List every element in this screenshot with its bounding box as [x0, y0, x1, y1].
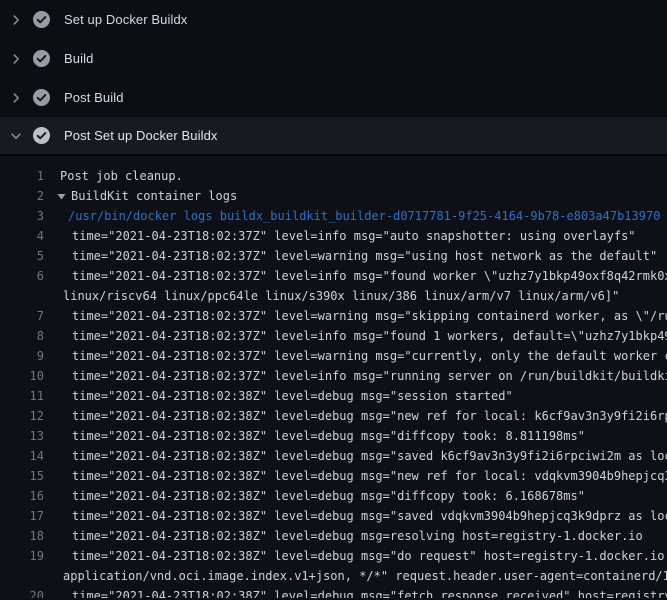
- log-line-number[interactable]: 14: [0, 446, 44, 466]
- log-line: 15time="2021-04-23T18:02:38Z" level=debu…: [0, 466, 667, 486]
- log-line: 8time="2021-04-23T18:02:37Z" level=info …: [0, 326, 667, 346]
- step-row-set-up-docker-buildx[interactable]: Set up Docker Buildx: [0, 0, 667, 39]
- step-row-build[interactable]: Build: [0, 39, 667, 78]
- log-line-number[interactable]: 2: [0, 186, 44, 206]
- log-line-number[interactable]: 8: [0, 326, 44, 346]
- log-line-number[interactable]: 6: [0, 266, 44, 286]
- log-line-number[interactable]: 18: [0, 526, 44, 546]
- log-line: 6time="2021-04-23T18:02:37Z" level=info …: [0, 266, 667, 286]
- step-label: Post Build: [64, 90, 124, 105]
- actions-log-panel: Set up Docker Buildx Build Post Build Post …: [0, 0, 667, 600]
- chevron-right-icon[interactable]: [8, 51, 24, 67]
- log-line-number[interactable]: 4: [0, 226, 44, 246]
- log-line-number[interactable]: 1: [0, 166, 44, 186]
- step-label: Post Set up Docker Buildx: [64, 128, 218, 143]
- log-line: 3/usr/bin/docker logs buildx_buildkit_bu…: [0, 206, 667, 226]
- chevron-right-icon[interactable]: [8, 90, 24, 106]
- log-text: time="2021-04-23T18:02:38Z" level=debug …: [44, 506, 667, 526]
- log-line: 13time="2021-04-23T18:02:38Z" level=debu…: [0, 426, 667, 446]
- log-line-number: [0, 286, 44, 306]
- log-line: 14time="2021-04-23T18:02:38Z" level=debu…: [0, 446, 667, 466]
- log-text: time="2021-04-23T18:02:38Z" level=debug …: [44, 406, 667, 426]
- log-line-number[interactable]: 20: [0, 586, 44, 598]
- log-line: 9time="2021-04-23T18:02:37Z" level=warni…: [0, 346, 667, 366]
- log-text: time="2021-04-23T18:02:37Z" level=warnin…: [44, 346, 667, 366]
- log-line-number[interactable]: 13: [0, 426, 44, 446]
- log-text-continuation: linux/riscv64 linux/ppc64le linux/s390x …: [44, 286, 667, 306]
- log-line: 4time="2021-04-23T18:02:37Z" level=info …: [0, 226, 667, 246]
- log-line: 20time="2021-04-23T18:02:38Z" level=debu…: [0, 586, 667, 598]
- log-text: time="2021-04-23T18:02:37Z" level=warnin…: [44, 306, 667, 326]
- step-label: Set up Docker Buildx: [64, 12, 187, 27]
- log-view: 1Post job cleanup.2 BuildKit container lo…: [0, 156, 667, 598]
- log-line: 18time="2021-04-23T18:02:38Z" level=debu…: [0, 526, 667, 546]
- log-text: time="2021-04-23T18:02:37Z" level=warnin…: [44, 246, 667, 266]
- chevron-right-icon[interactable]: [8, 12, 24, 28]
- log-text: time="2021-04-23T18:02:38Z" level=debug …: [44, 526, 667, 546]
- log-line: 7time="2021-04-23T18:02:37Z" level=warni…: [0, 306, 667, 326]
- log-line: 12time="2021-04-23T18:02:38Z" level=debu…: [0, 406, 667, 426]
- log-group-toggle[interactable]: BuildKit container logs: [44, 186, 667, 206]
- log-line-number[interactable]: 16: [0, 486, 44, 506]
- log-line-number[interactable]: 5: [0, 246, 44, 266]
- log-line-number[interactable]: 9: [0, 346, 44, 366]
- log-text: time="2021-04-23T18:02:37Z" level=info m…: [44, 226, 667, 246]
- check-circle-icon: [33, 50, 50, 67]
- chevron-down-icon[interactable]: [8, 128, 24, 144]
- log-line-number[interactable]: 12: [0, 406, 44, 426]
- log-line-number[interactable]: 11: [0, 386, 44, 406]
- log-text: time="2021-04-23T18:02:38Z" level=debug …: [44, 586, 667, 598]
- step-row-post-build[interactable]: Post Build: [0, 78, 667, 117]
- check-circle-icon: [33, 11, 50, 28]
- log-text: time="2021-04-23T18:02:38Z" level=debug …: [44, 446, 667, 466]
- log-text: time="2021-04-23T18:02:38Z" level=debug …: [44, 426, 667, 446]
- log-text: Post job cleanup.: [44, 166, 667, 186]
- log-text-continuation: application/vnd.oci.image.index.v1+json,…: [44, 566, 667, 586]
- step-row-post-set-up-docker-buildx[interactable]: Post Set up Docker Buildx: [0, 117, 667, 156]
- log-line: 10time="2021-04-23T18:02:37Z" level=info…: [0, 366, 667, 386]
- log-line: 16time="2021-04-23T18:02:38Z" level=debu…: [0, 486, 667, 506]
- step-label: Build: [64, 51, 93, 66]
- log-line-number: [0, 566, 44, 586]
- steps-list: Set up Docker Buildx Build Post Build Post …: [0, 0, 667, 156]
- log-line-number[interactable]: 17: [0, 506, 44, 526]
- check-circle-icon: [33, 127, 50, 144]
- log-line-number[interactable]: 7: [0, 306, 44, 326]
- log-line: 11time="2021-04-23T18:02:38Z" level=debu…: [0, 386, 667, 406]
- log-text: time="2021-04-23T18:02:38Z" level=debug …: [44, 386, 667, 406]
- log-text: time="2021-04-23T18:02:38Z" level=debug …: [44, 486, 667, 506]
- log-text: time="2021-04-23T18:02:38Z" level=debug …: [44, 466, 667, 486]
- log-line-number[interactable]: 19: [0, 546, 44, 566]
- log-text: time="2021-04-23T18:02:38Z" level=debug …: [44, 546, 667, 566]
- check-circle-icon: [33, 89, 50, 106]
- log-group-title: BuildKit container logs: [71, 186, 237, 206]
- log-line: linux/riscv64 linux/ppc64le linux/s390x …: [0, 286, 667, 306]
- log-text: time="2021-04-23T18:02:37Z" level=info m…: [44, 326, 667, 346]
- log-line: 5time="2021-04-23T18:02:37Z" level=warni…: [0, 246, 667, 266]
- triangle-down-icon: [57, 192, 66, 201]
- log-line: 19time="2021-04-23T18:02:38Z" level=debu…: [0, 546, 667, 566]
- log-line-number[interactable]: 3: [0, 206, 44, 226]
- log-line: 2 BuildKit container logs: [0, 186, 667, 206]
- log-line: 17time="2021-04-23T18:02:38Z" level=debu…: [0, 506, 667, 526]
- log-command-text: /usr/bin/docker logs buildx_buildkit_bui…: [44, 206, 667, 226]
- log-text: time="2021-04-23T18:02:37Z" level=info m…: [44, 366, 667, 386]
- log-line: 1Post job cleanup.: [0, 166, 667, 186]
- log-text: time="2021-04-23T18:02:37Z" level=info m…: [44, 266, 667, 286]
- log-line: application/vnd.oci.image.index.v1+json,…: [0, 566, 667, 586]
- log-line-number[interactable]: 10: [0, 366, 44, 386]
- log-line-number[interactable]: 15: [0, 466, 44, 486]
